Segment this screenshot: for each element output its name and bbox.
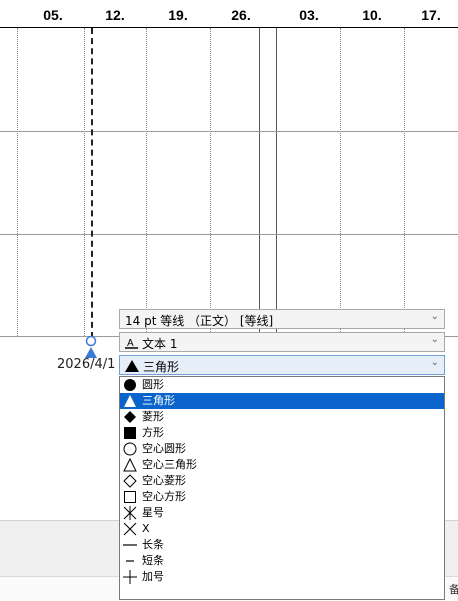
shape-option-label: 空心菱形: [142, 474, 186, 487]
shape-dropdown-list[interactable]: 圆形三角形菱形方形空心圆形空心三角形空心菱形空心方形星号 X 长条短条加号: [119, 376, 445, 600]
circle-outline-icon: [123, 442, 137, 456]
shape-option-label: 长条: [142, 538, 164, 551]
square-outline-icon: [124, 491, 136, 503]
today-line: [91, 28, 93, 338]
chevron-down-icon[interactable]: ⌄: [431, 311, 439, 322]
triangle-filled-icon: [124, 395, 136, 407]
shape-option-label: 空心圆形: [142, 442, 186, 455]
shape-combo[interactable]: 三角形 ⌄: [119, 355, 445, 375]
shape-option[interactable]: 空心圆形: [120, 441, 444, 457]
font-combo[interactable]: 14 pt 等线 （正文） [等线] ⌄: [119, 309, 445, 329]
shape-option-label: 加号: [142, 570, 164, 583]
week-label: 03.: [299, 7, 319, 23]
short-bar-icon: [126, 560, 134, 562]
shape-option-label: 空心方形: [142, 490, 186, 503]
shape-option-label: 三角形: [142, 394, 175, 407]
font-combo-value: 14 pt 等线 （正文） [等线]: [125, 314, 274, 328]
shape-option-label: 圆形: [142, 378, 164, 391]
grid-line: [404, 28, 405, 336]
milestone-handle-icon[interactable]: [85, 335, 97, 347]
shape-option[interactable]: 空心三角形: [120, 457, 444, 473]
shape-option-label: 方形: [142, 426, 164, 439]
edge-label: 备: [449, 583, 458, 596]
week-label: 17.: [421, 7, 441, 23]
shape-option-label: 短条: [142, 554, 164, 567]
week-label: 19.: [168, 7, 188, 23]
triangle-filled-icon: [125, 360, 139, 372]
shape-option[interactable]: 加号: [120, 569, 444, 585]
shape-option-label: 菱形: [142, 410, 164, 423]
chevron-down-icon[interactable]: ⌄: [431, 357, 439, 368]
shape-option[interactable]: 星号: [120, 505, 444, 521]
shape-option[interactable]: 长条: [120, 537, 444, 553]
grid-line: [84, 28, 85, 336]
timeline-header: 05. 12. 19. 26. 03. 10. 17.: [0, 0, 458, 28]
asterisk-icon: [123, 506, 137, 520]
shape-option[interactable]: 圆形: [120, 377, 444, 393]
x-icon: [123, 522, 137, 536]
month-divider-line: [259, 28, 260, 336]
long-bar-icon: [123, 544, 137, 546]
shape-option[interactable]: 菱形: [120, 409, 444, 425]
shape-option[interactable]: 空心菱形: [120, 473, 444, 489]
row-divider: [0, 234, 458, 235]
chevron-down-icon[interactable]: ⌄: [431, 334, 439, 345]
shape-option[interactable]: 短条: [120, 553, 444, 569]
shape-option-label: 星号: [142, 506, 164, 519]
week-label: 26.: [231, 7, 251, 23]
text-style-icon: A: [125, 338, 138, 349]
shape-option[interactable]: 三角形: [120, 393, 444, 409]
diamond-outline-icon: [123, 474, 137, 488]
square-filled-icon: [124, 427, 136, 439]
shape-combo-value: 三角形: [143, 360, 180, 374]
shape-option[interactable]: 空心方形: [120, 489, 444, 505]
grid-line: [210, 28, 211, 336]
week-label: 10.: [362, 7, 382, 23]
grid-line: [17, 28, 18, 336]
week-label: 12.: [105, 7, 125, 23]
plus-icon: [123, 570, 137, 584]
shape-option-label: X: [142, 522, 150, 535]
grid-line: [340, 28, 341, 336]
shape-option-label: 空心三角形: [142, 458, 197, 471]
month-divider-line: [276, 28, 277, 336]
milestone-date-label[interactable]: 2026/4/1: [57, 357, 115, 372]
week-label: 05.: [43, 7, 63, 23]
triangle-outline-icon: [123, 458, 137, 472]
diamond-filled-icon: [124, 411, 136, 423]
shape-option[interactable]: X: [120, 521, 444, 537]
circle-filled-icon: [124, 379, 136, 391]
shape-option[interactable]: 方形: [120, 425, 444, 441]
row-divider: [0, 131, 458, 132]
text-style-value: 文本 1: [142, 337, 178, 351]
grid-line: [146, 28, 147, 336]
text-style-combo[interactable]: A 文本 1 ⌄: [119, 332, 445, 352]
